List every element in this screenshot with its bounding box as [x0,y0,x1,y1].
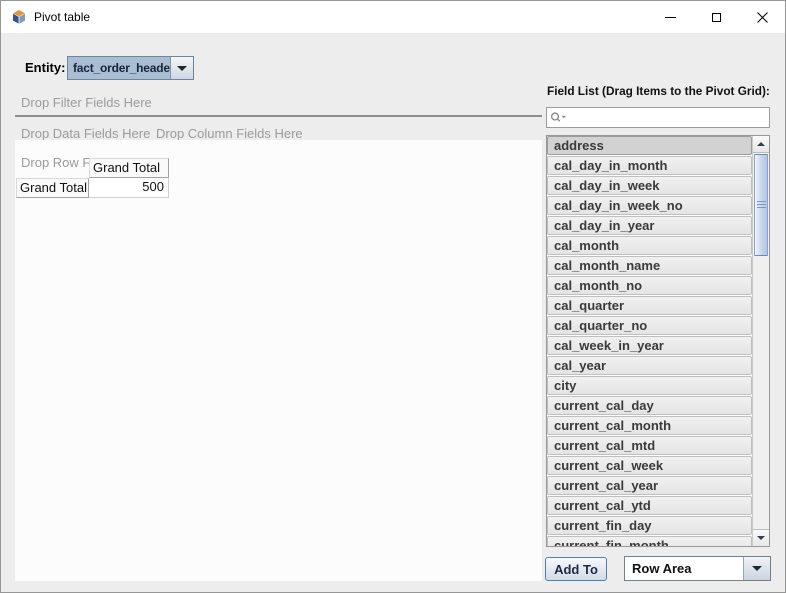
field-list-item[interactable]: cal_day_in_year [547,216,752,235]
chevron-down-icon [177,66,187,71]
field-list-item[interactable]: cal_day_in_month [547,156,752,175]
field-list-scrollbar[interactable] [752,136,769,546]
area-combobox-value: Row Area [625,557,743,580]
field-list-item-label: current_cal_mtd [554,438,655,453]
field-list-item[interactable]: cal_day_in_week_no [547,196,752,215]
minimize-button[interactable] [647,1,693,33]
area-combobox[interactable]: Row Area [624,556,771,581]
area-combobox-arrow-button[interactable] [743,557,770,580]
window-controls [647,1,785,33]
close-button[interactable] [739,1,785,33]
field-list-item-label: current_cal_day [554,398,654,413]
field-list-item-label: cal_month [554,238,619,253]
field-list-item-label: address [554,138,604,153]
scroll-down-button[interactable] [753,529,769,546]
field-list-item-label: current_fin_day [554,518,652,533]
field-list-item[interactable]: cal_quarter [547,296,752,315]
field-list-item[interactable]: current_cal_ytd [547,496,752,515]
field-list-item[interactable]: current_cal_day [547,396,752,415]
field-list-item[interactable]: cal_quarter_no [547,316,752,335]
field-list-item[interactable]: cal_week_in_year [547,336,752,355]
drop-data-zone[interactable]: Drop Data Fields Here [21,126,150,141]
field-list-items: address cal_day_in_month cal_day_in_weekca… [547,136,752,546]
maximize-icon [712,13,721,22]
field-list-item[interactable]: cal_month [547,236,752,255]
field-list-label: Field List (Drag Items to the Pivot Grid… [547,84,773,98]
field-list-item[interactable]: current_fin_day [547,516,752,535]
triangle-up-icon [757,142,765,146]
separator-line [15,115,542,117]
field-list-item[interactable]: current_cal_year [547,476,752,495]
field-list-item-label: current_fin_month [554,538,669,546]
field-list-item-label: cal_day_in_week [554,178,660,193]
grand-total-value-cell: 500 [89,178,169,198]
title-bar[interactable]: Pivot table [1,1,785,33]
field-list-item-label: current_cal_year [554,478,658,493]
field-list-item[interactable]: current_cal_week [547,456,752,475]
maximize-button[interactable] [693,1,739,33]
add-to-button[interactable]: Add To [545,557,607,581]
pivot-grid-canvas: Drop Row Fields Here Grand Total Grand T… [15,140,542,581]
field-list-item-label: city [554,378,576,393]
field-list-item-label: cal_quarter [554,298,624,313]
chevron-down-icon [752,566,762,571]
field-list-item-label: cal_month_no [554,278,642,293]
field-search-box[interactable] [546,107,770,128]
drop-filter-zone[interactable]: Drop Filter Fields Here [21,95,152,110]
drop-column-zone[interactable]: Drop Column Fields Here [156,126,303,141]
pivot-table-window: Pivot table Entity: fact_order_header Dr… [0,0,786,593]
thumb-grip-icon [757,201,766,209]
field-list-item-label: current_cal_month [554,418,671,433]
triangle-down-icon [757,536,765,540]
field-list-item-label: current_cal_week [554,458,663,473]
minimize-icon [665,17,676,18]
entity-combobox-value: fact_order_header [68,57,170,79]
column-header-grand-total[interactable]: Grand Total [89,158,169,178]
field-list-item[interactable]: cal_day_in_week [547,176,752,195]
field-list-item-label: cal_day_in_week_no [554,198,683,213]
entity-combobox[interactable]: fact_order_header [67,56,194,80]
search-icon [550,111,567,124]
field-list: address cal_day_in_month cal_day_in_weekca… [546,135,770,547]
close-icon [757,12,768,23]
entity-label: Entity: [25,60,65,75]
drop-row-zone[interactable]: Drop Row Fields Here [21,155,90,170]
field-list-item[interactable]: current_fin_month [547,536,752,546]
app-cube-icon [11,9,27,25]
field-search-input[interactable] [567,108,769,127]
field-list-item[interactable]: cal_month_no [547,276,752,295]
field-list-item[interactable]: address [547,136,752,155]
field-list-item[interactable]: city [547,376,752,395]
field-list-item[interactable]: current_cal_month [547,416,752,435]
field-list-item[interactable]: cal_year [547,356,752,375]
field-list-item-label: cal_week_in_year [554,338,664,353]
field-list-item-label: cal_day_in_year [554,218,654,233]
row-header-grand-total[interactable]: Grand Total [16,178,89,198]
field-list-item[interactable]: current_cal_mtd [547,436,752,455]
entity-combobox-arrow-button[interactable] [170,57,193,79]
field-list-item-label: cal_month_name [554,258,660,273]
field-list-item-label: cal_year [554,358,606,373]
window-title: Pivot table [34,10,90,24]
scrollbar-thumb[interactable] [754,154,768,256]
field-list-item-label: cal_quarter_no [554,318,647,333]
scroll-up-button[interactable] [753,136,769,153]
field-list-item-label: current_cal_ytd [554,498,651,513]
field-list-item-label: cal_day_in_month [554,158,667,173]
field-list-item[interactable]: cal_month_name [547,256,752,275]
